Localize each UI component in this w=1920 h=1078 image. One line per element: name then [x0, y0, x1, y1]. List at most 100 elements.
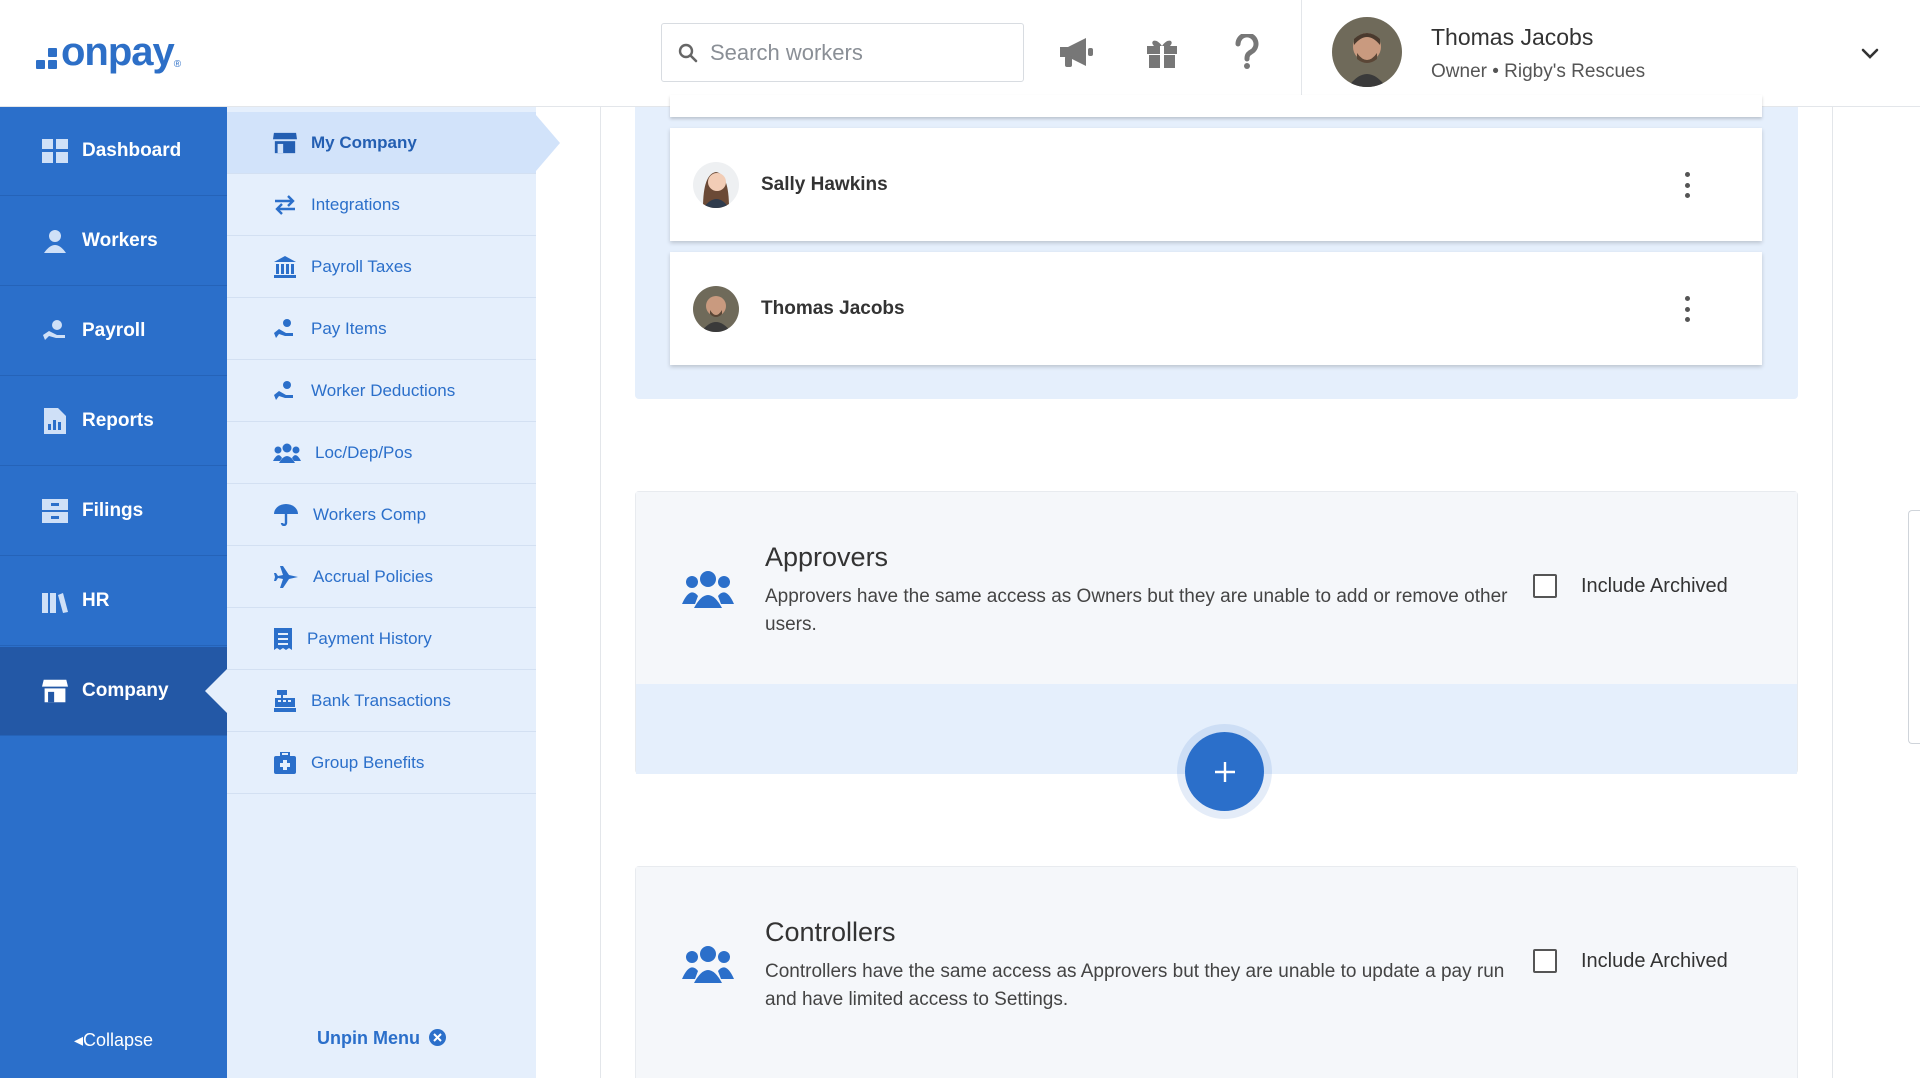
checkbox-label: Include Archived	[1581, 949, 1728, 972]
workers-icon	[42, 228, 68, 254]
page-scrollbar[interactable]	[1908, 510, 1920, 744]
sidebar-item-label: Dashboard	[82, 140, 182, 161]
submenu-item-integrations[interactable]: Integrations	[227, 174, 536, 236]
sidebar-item-label: Payroll	[82, 320, 146, 341]
caret-left-icon: ◂	[73, 1030, 83, 1050]
sidebar-item-label: Filings	[82, 500, 144, 521]
gift-icon	[1147, 40, 1177, 68]
sidebar-item-filings[interactable]: Filings	[0, 467, 227, 556]
submenu-item-payment-history[interactable]: Payment History	[227, 608, 536, 670]
submenu-item-accrual-policies[interactable]: Accrual Policies	[227, 546, 536, 608]
section-description: Controllers have the same access as Appr…	[765, 961, 1505, 1010]
submenu-label: Worker Deductions	[311, 380, 456, 400]
submenu-item-group-benefits[interactable]: Group Benefits	[227, 732, 536, 794]
logo-text: onpay	[61, 29, 175, 74]
sidebar-item-payroll[interactable]: Payroll	[0, 287, 227, 376]
logo-registered: ®	[173, 59, 182, 70]
submenu-label: Payroll Taxes	[311, 256, 412, 276]
dashboard-icon	[42, 138, 68, 164]
umbrella-icon	[273, 503, 299, 527]
more-options-button[interactable]	[1684, 172, 1690, 198]
store-icon	[273, 131, 297, 155]
cash-register-icon	[273, 689, 297, 713]
submenu-item-loc-dep-pos[interactable]: Loc/Dep/Pos	[227, 422, 536, 484]
sidebar-item-label: Workers	[82, 230, 158, 251]
onpay-logo[interactable]: onpay ®	[36, 30, 181, 74]
user-name[interactable]: Thomas Jacobs	[1431, 24, 1593, 51]
collapse-label: Collapse	[83, 1030, 154, 1050]
more-options-button[interactable]	[1684, 296, 1690, 322]
previous-card-edge	[670, 95, 1762, 117]
users-icon	[682, 571, 734, 608]
add-approver-button[interactable]	[1185, 732, 1264, 811]
submenu-item-payroll-taxes[interactable]: Payroll Taxes	[227, 236, 536, 298]
submenu-label: Bank Transactions	[311, 690, 451, 710]
users-icon	[682, 946, 734, 983]
controllers-section: Controllers Controllers have the same ac…	[635, 866, 1798, 1078]
submenu-label: Group Benefits	[311, 752, 425, 772]
owner-card[interactable]: Sally Hawkins	[670, 128, 1762, 241]
submenu-item-my-company[interactable]: My Company	[227, 112, 536, 174]
owner-name: Thomas Jacobs	[761, 297, 905, 319]
question-mark-icon	[1235, 34, 1259, 69]
user-role: Owner • Rigby's Rescues	[1431, 61, 1646, 82]
megaphone-icon	[1060, 38, 1093, 67]
active-pointer	[205, 669, 227, 713]
plane-icon	[273, 565, 299, 589]
submenu-label: Accrual Policies	[313, 566, 433, 586]
submenu-label: Payment History	[307, 628, 432, 648]
submenu-item-worker-deductions[interactable]: Worker Deductions	[227, 360, 536, 422]
arrows-icon	[273, 193, 297, 217]
header-divider	[1301, 0, 1302, 107]
approvers-section: Approvers Approvers have the same access…	[635, 491, 1798, 774]
receipt-icon	[273, 627, 293, 651]
owner-avatar	[693, 285, 739, 332]
company-icon	[42, 678, 68, 704]
payroll-icon	[42, 318, 68, 344]
submenu-item-workers-comp[interactable]: Workers Comp	[227, 484, 536, 546]
sidebar-item-dashboard[interactable]: Dashboard	[0, 107, 227, 196]
include-archived-checkbox[interactable]: Include Archived	[1533, 949, 1728, 973]
rewards-button[interactable]	[1140, 30, 1184, 74]
announcements-button[interactable]	[1055, 30, 1099, 74]
checkbox-label: Include Archived	[1581, 574, 1728, 597]
top-bar: onpay ® Thomas Jacobs Owner • Rigby's Re…	[0, 0, 1920, 107]
submenu-item-bank-transactions[interactable]: Bank Transactions	[227, 670, 536, 732]
submenu-label: Workers Comp	[313, 504, 427, 524]
close-circle-icon	[429, 1029, 446, 1046]
collapse-button[interactable]: ◂Collapse	[0, 1030, 227, 1051]
user-menu-toggle[interactable]	[1858, 42, 1882, 66]
unpin-menu-button[interactable]: Unpin Menu	[227, 1028, 536, 1049]
filings-icon	[42, 498, 68, 524]
search-box[interactable]	[661, 23, 1024, 82]
company-submenu: My Company Integrations Payroll Taxes Pa…	[227, 107, 536, 1078]
help-button[interactable]	[1225, 30, 1269, 74]
sidebar-item-company[interactable]: Company	[0, 647, 227, 736]
owner-avatar	[693, 161, 739, 208]
medical-kit-icon	[273, 751, 297, 775]
submenu-active-pointer	[536, 115, 560, 171]
sidebar-item-reports[interactable]: Reports	[0, 377, 227, 466]
sidebar-item-label: Company	[82, 680, 169, 701]
submenu-label: Loc/Dep/Pos	[315, 442, 413, 462]
reports-icon	[42, 408, 68, 434]
owner-card[interactable]: Thomas Jacobs	[670, 252, 1762, 365]
section-title: Controllers	[765, 917, 896, 947]
search-input[interactable]	[710, 39, 1000, 66]
owner-name: Sally Hawkins	[761, 173, 888, 195]
hand-coin-icon	[273, 317, 297, 341]
hr-icon	[42, 588, 68, 614]
checkbox-box[interactable]	[1533, 574, 1557, 598]
logo-mark	[36, 47, 57, 69]
sidebar-item-hr[interactable]: HR	[0, 557, 227, 646]
submenu-item-pay-items[interactable]: Pay Items	[227, 298, 536, 360]
primary-sidebar: Dashboard Workers Payroll Reports Filing…	[0, 107, 227, 1078]
include-archived-checkbox[interactable]: Include Archived	[1533, 574, 1728, 598]
user-avatar[interactable]	[1332, 17, 1402, 87]
sidebar-item-label: HR	[82, 590, 110, 611]
search-icon	[678, 43, 698, 62]
checkbox-box[interactable]	[1533, 949, 1557, 973]
section-description: Approvers have the same access as Owners…	[765, 586, 1508, 635]
sidebar-item-workers[interactable]: Workers	[0, 197, 227, 286]
plus-icon	[1214, 761, 1235, 782]
